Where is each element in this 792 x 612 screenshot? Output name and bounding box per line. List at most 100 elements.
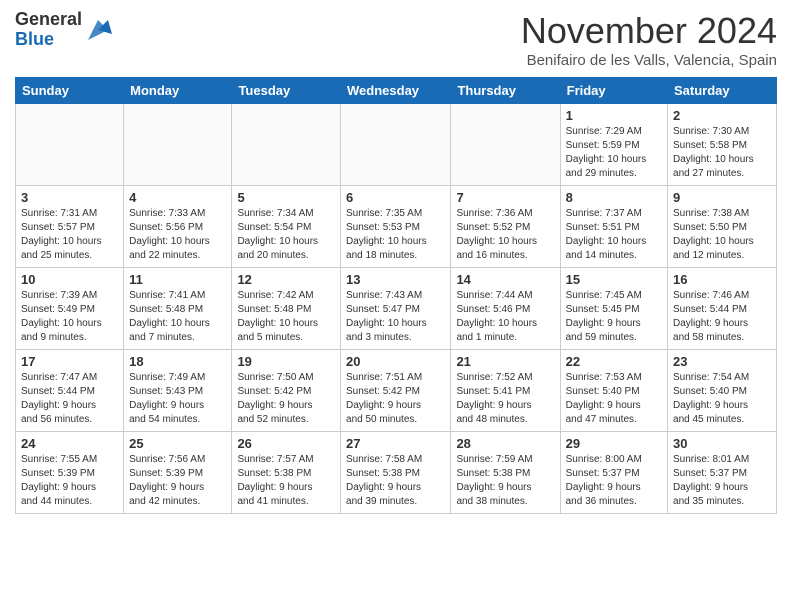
- day-info: Sunrise: 7:59 AM Sunset: 5:38 PM Dayligh…: [456, 453, 554, 509]
- day-number: 17: [21, 354, 118, 369]
- calendar-table: SundayMondayTuesdayWednesdayThursdayFrid…: [15, 77, 777, 514]
- day-number: 25: [129, 436, 226, 451]
- day-number: 21: [456, 354, 554, 369]
- day-number: 23: [673, 354, 771, 369]
- day-info: Sunrise: 7:33 AM Sunset: 5:56 PM Dayligh…: [129, 207, 226, 263]
- page-container: General Blue November 2024 Benifairo de …: [0, 0, 792, 524]
- location: Benifairo de les Valls, Valencia, Spain: [521, 52, 777, 69]
- calendar-cell: 7Sunrise: 7:36 AM Sunset: 5:52 PM Daylig…: [451, 186, 560, 268]
- calendar-cell: 14 Sunrise: 7:44 AM Sunset: 5:46 PM Dayli…: [451, 268, 560, 350]
- day-number: 15: [566, 272, 662, 287]
- day-number: 12: [237, 272, 335, 287]
- day-number: 18: [129, 354, 226, 369]
- calendar-cell: 1 Sunrise: 7:29 AM Sunset: 5:59 PM Daylig…: [560, 104, 667, 186]
- calendar-cell: 15Sunrise: 7:45 AM Sunset: 5:45 PM Dayli…: [560, 268, 667, 350]
- day-info: Sunrise: 7:58 AM Sunset: 5:38 PM Dayligh…: [346, 453, 445, 509]
- logo-blue: Blue: [15, 29, 54, 49]
- col-header-wednesday: Wednesday: [341, 78, 451, 104]
- month-title: November 2024: [521, 10, 777, 52]
- day-number: 30: [673, 436, 771, 451]
- day-number: 8: [566, 190, 662, 205]
- day-number: 10: [21, 272, 118, 287]
- calendar-cell: 29Sunrise: 8:00 AM Sunset: 5:37 PM Dayli…: [560, 432, 667, 514]
- day-info: Sunrise: 7:38 AM Sunset: 5:50 PM Dayligh…: [673, 207, 771, 263]
- day-number: 16: [673, 272, 771, 287]
- day-info: Sunrise: 7:54 AM Sunset: 5:40 PM Dayligh…: [673, 371, 771, 427]
- day-number: 20: [346, 354, 445, 369]
- day-info: Sunrise: 7:47 AM Sunset: 5:44 PM Dayligh…: [21, 371, 118, 427]
- logo-icon: [84, 16, 112, 44]
- day-info: Sunrise: 7:44 AM Sunset: 5:46 PM Dayligh…: [456, 289, 554, 345]
- day-info: Sunrise: 7:34 AM Sunset: 5:54 PM Dayligh…: [237, 207, 335, 263]
- calendar-cell: 5Sunrise: 7:34 AM Sunset: 5:54 PM Daylig…: [232, 186, 341, 268]
- day-info: Sunrise: 7:53 AM Sunset: 5:40 PM Dayligh…: [566, 371, 662, 427]
- calendar-cell: 4 Sunrise: 7:33 AM Sunset: 5:56 PM Daylig…: [124, 186, 232, 268]
- day-info: Sunrise: 7:52 AM Sunset: 5:41 PM Dayligh…: [456, 371, 554, 427]
- day-number: 24: [21, 436, 118, 451]
- day-number: 1: [566, 108, 662, 123]
- day-info: Sunrise: 7:42 AM Sunset: 5:48 PM Dayligh…: [237, 289, 335, 345]
- calendar-cell: [451, 104, 560, 186]
- page-header: General Blue November 2024 Benifairo de …: [15, 10, 777, 69]
- day-info: Sunrise: 8:01 AM Sunset: 5:37 PM Dayligh…: [673, 453, 771, 509]
- day-info: Sunrise: 7:31 AM Sunset: 5:57 PM Dayligh…: [21, 207, 118, 263]
- day-info: Sunrise: 7:36 AM Sunset: 5:52 PM Dayligh…: [456, 207, 554, 263]
- calendar-cell: [124, 104, 232, 186]
- day-info: Sunrise: 7:50 AM Sunset: 5:42 PM Dayligh…: [237, 371, 335, 427]
- day-info: Sunrise: 7:51 AM Sunset: 5:42 PM Dayligh…: [346, 371, 445, 427]
- calendar-cell: 3 Sunrise: 7:31 AM Sunset: 5:57 PM Daylig…: [16, 186, 124, 268]
- calendar-cell: 13Sunrise: 7:43 AM Sunset: 5:47 PM Dayli…: [341, 268, 451, 350]
- day-info: Sunrise: 7:41 AM Sunset: 5:48 PM Dayligh…: [129, 289, 226, 345]
- col-header-friday: Friday: [560, 78, 667, 104]
- calendar-cell: 18Sunrise: 7:49 AM Sunset: 5:43 PM Dayli…: [124, 350, 232, 432]
- calendar-cell: 10 Sunrise: 7:39 AM Sunset: 5:49 PM Dayli…: [16, 268, 124, 350]
- col-header-monday: Monday: [124, 78, 232, 104]
- calendar-cell: 9 Sunrise: 7:38 AM Sunset: 5:50 PM Daylig…: [668, 186, 777, 268]
- day-info: Sunrise: 7:43 AM Sunset: 5:47 PM Dayligh…: [346, 289, 445, 345]
- day-number: 28: [456, 436, 554, 451]
- day-number: 27: [346, 436, 445, 451]
- day-number: 22: [566, 354, 662, 369]
- calendar-cell: 28 Sunrise: 7:59 AM Sunset: 5:38 PM Dayli…: [451, 432, 560, 514]
- week-row-2: 3 Sunrise: 7:31 AM Sunset: 5:57 PM Daylig…: [16, 186, 777, 268]
- day-number: 29: [566, 436, 662, 451]
- calendar-header-row: SundayMondayTuesdayWednesdayThursdayFrid…: [16, 78, 777, 104]
- day-number: 2: [673, 108, 771, 123]
- calendar-cell: 16 Sunrise: 7:46 AM Sunset: 5:44 PM Dayli…: [668, 268, 777, 350]
- calendar-cell: 23 Sunrise: 7:54 AM Sunset: 5:40 PM Dayli…: [668, 350, 777, 432]
- col-header-sunday: Sunday: [16, 78, 124, 104]
- day-number: 6: [346, 190, 445, 205]
- calendar-cell: [232, 104, 341, 186]
- day-info: Sunrise: 7:56 AM Sunset: 5:39 PM Dayligh…: [129, 453, 226, 509]
- calendar-cell: 11 Sunrise: 7:41 AM Sunset: 5:48 PM Dayli…: [124, 268, 232, 350]
- week-row-5: 24 Sunrise: 7:55 AM Sunset: 5:39 PM Dayli…: [16, 432, 777, 514]
- calendar-cell: 30 Sunrise: 8:01 AM Sunset: 5:37 PM Dayli…: [668, 432, 777, 514]
- day-number: 14: [456, 272, 554, 287]
- calendar-cell: 6 Sunrise: 7:35 AM Sunset: 5:53 PM Daylig…: [341, 186, 451, 268]
- day-info: Sunrise: 7:29 AM Sunset: 5:59 PM Dayligh…: [566, 125, 662, 181]
- calendar-cell: 2 Sunrise: 7:30 AM Sunset: 5:58 PM Daylig…: [668, 104, 777, 186]
- calendar-cell: 17 Sunrise: 7:47 AM Sunset: 5:44 PM Dayli…: [16, 350, 124, 432]
- day-info: Sunrise: 7:39 AM Sunset: 5:49 PM Dayligh…: [21, 289, 118, 345]
- calendar-cell: 20 Sunrise: 7:51 AM Sunset: 5:42 PM Dayli…: [341, 350, 451, 432]
- day-number: 9: [673, 190, 771, 205]
- week-row-1: 1 Sunrise: 7:29 AM Sunset: 5:59 PM Daylig…: [16, 104, 777, 186]
- day-number: 3: [21, 190, 118, 205]
- day-info: Sunrise: 7:46 AM Sunset: 5:44 PM Dayligh…: [673, 289, 771, 345]
- calendar-cell: 12 Sunrise: 7:42 AM Sunset: 5:48 PM Dayli…: [232, 268, 341, 350]
- logo-general: General: [15, 9, 82, 29]
- day-info: Sunrise: 7:35 AM Sunset: 5:53 PM Dayligh…: [346, 207, 445, 263]
- day-info: Sunrise: 7:55 AM Sunset: 5:39 PM Dayligh…: [21, 453, 118, 509]
- calendar-cell: 27 Sunrise: 7:58 AM Sunset: 5:38 PM Dayli…: [341, 432, 451, 514]
- day-number: 26: [237, 436, 335, 451]
- calendar-cell: 26Sunrise: 7:57 AM Sunset: 5:38 PM Dayli…: [232, 432, 341, 514]
- col-header-saturday: Saturday: [668, 78, 777, 104]
- week-row-4: 17 Sunrise: 7:47 AM Sunset: 5:44 PM Dayli…: [16, 350, 777, 432]
- calendar-cell: 8Sunrise: 7:37 AM Sunset: 5:51 PM Daylig…: [560, 186, 667, 268]
- day-number: 4: [129, 190, 226, 205]
- calendar-cell: 24 Sunrise: 7:55 AM Sunset: 5:39 PM Dayli…: [16, 432, 124, 514]
- col-header-thursday: Thursday: [451, 78, 560, 104]
- day-number: 11: [129, 272, 226, 287]
- logo: General Blue: [15, 10, 112, 50]
- day-info: Sunrise: 7:30 AM Sunset: 5:58 PM Dayligh…: [673, 125, 771, 181]
